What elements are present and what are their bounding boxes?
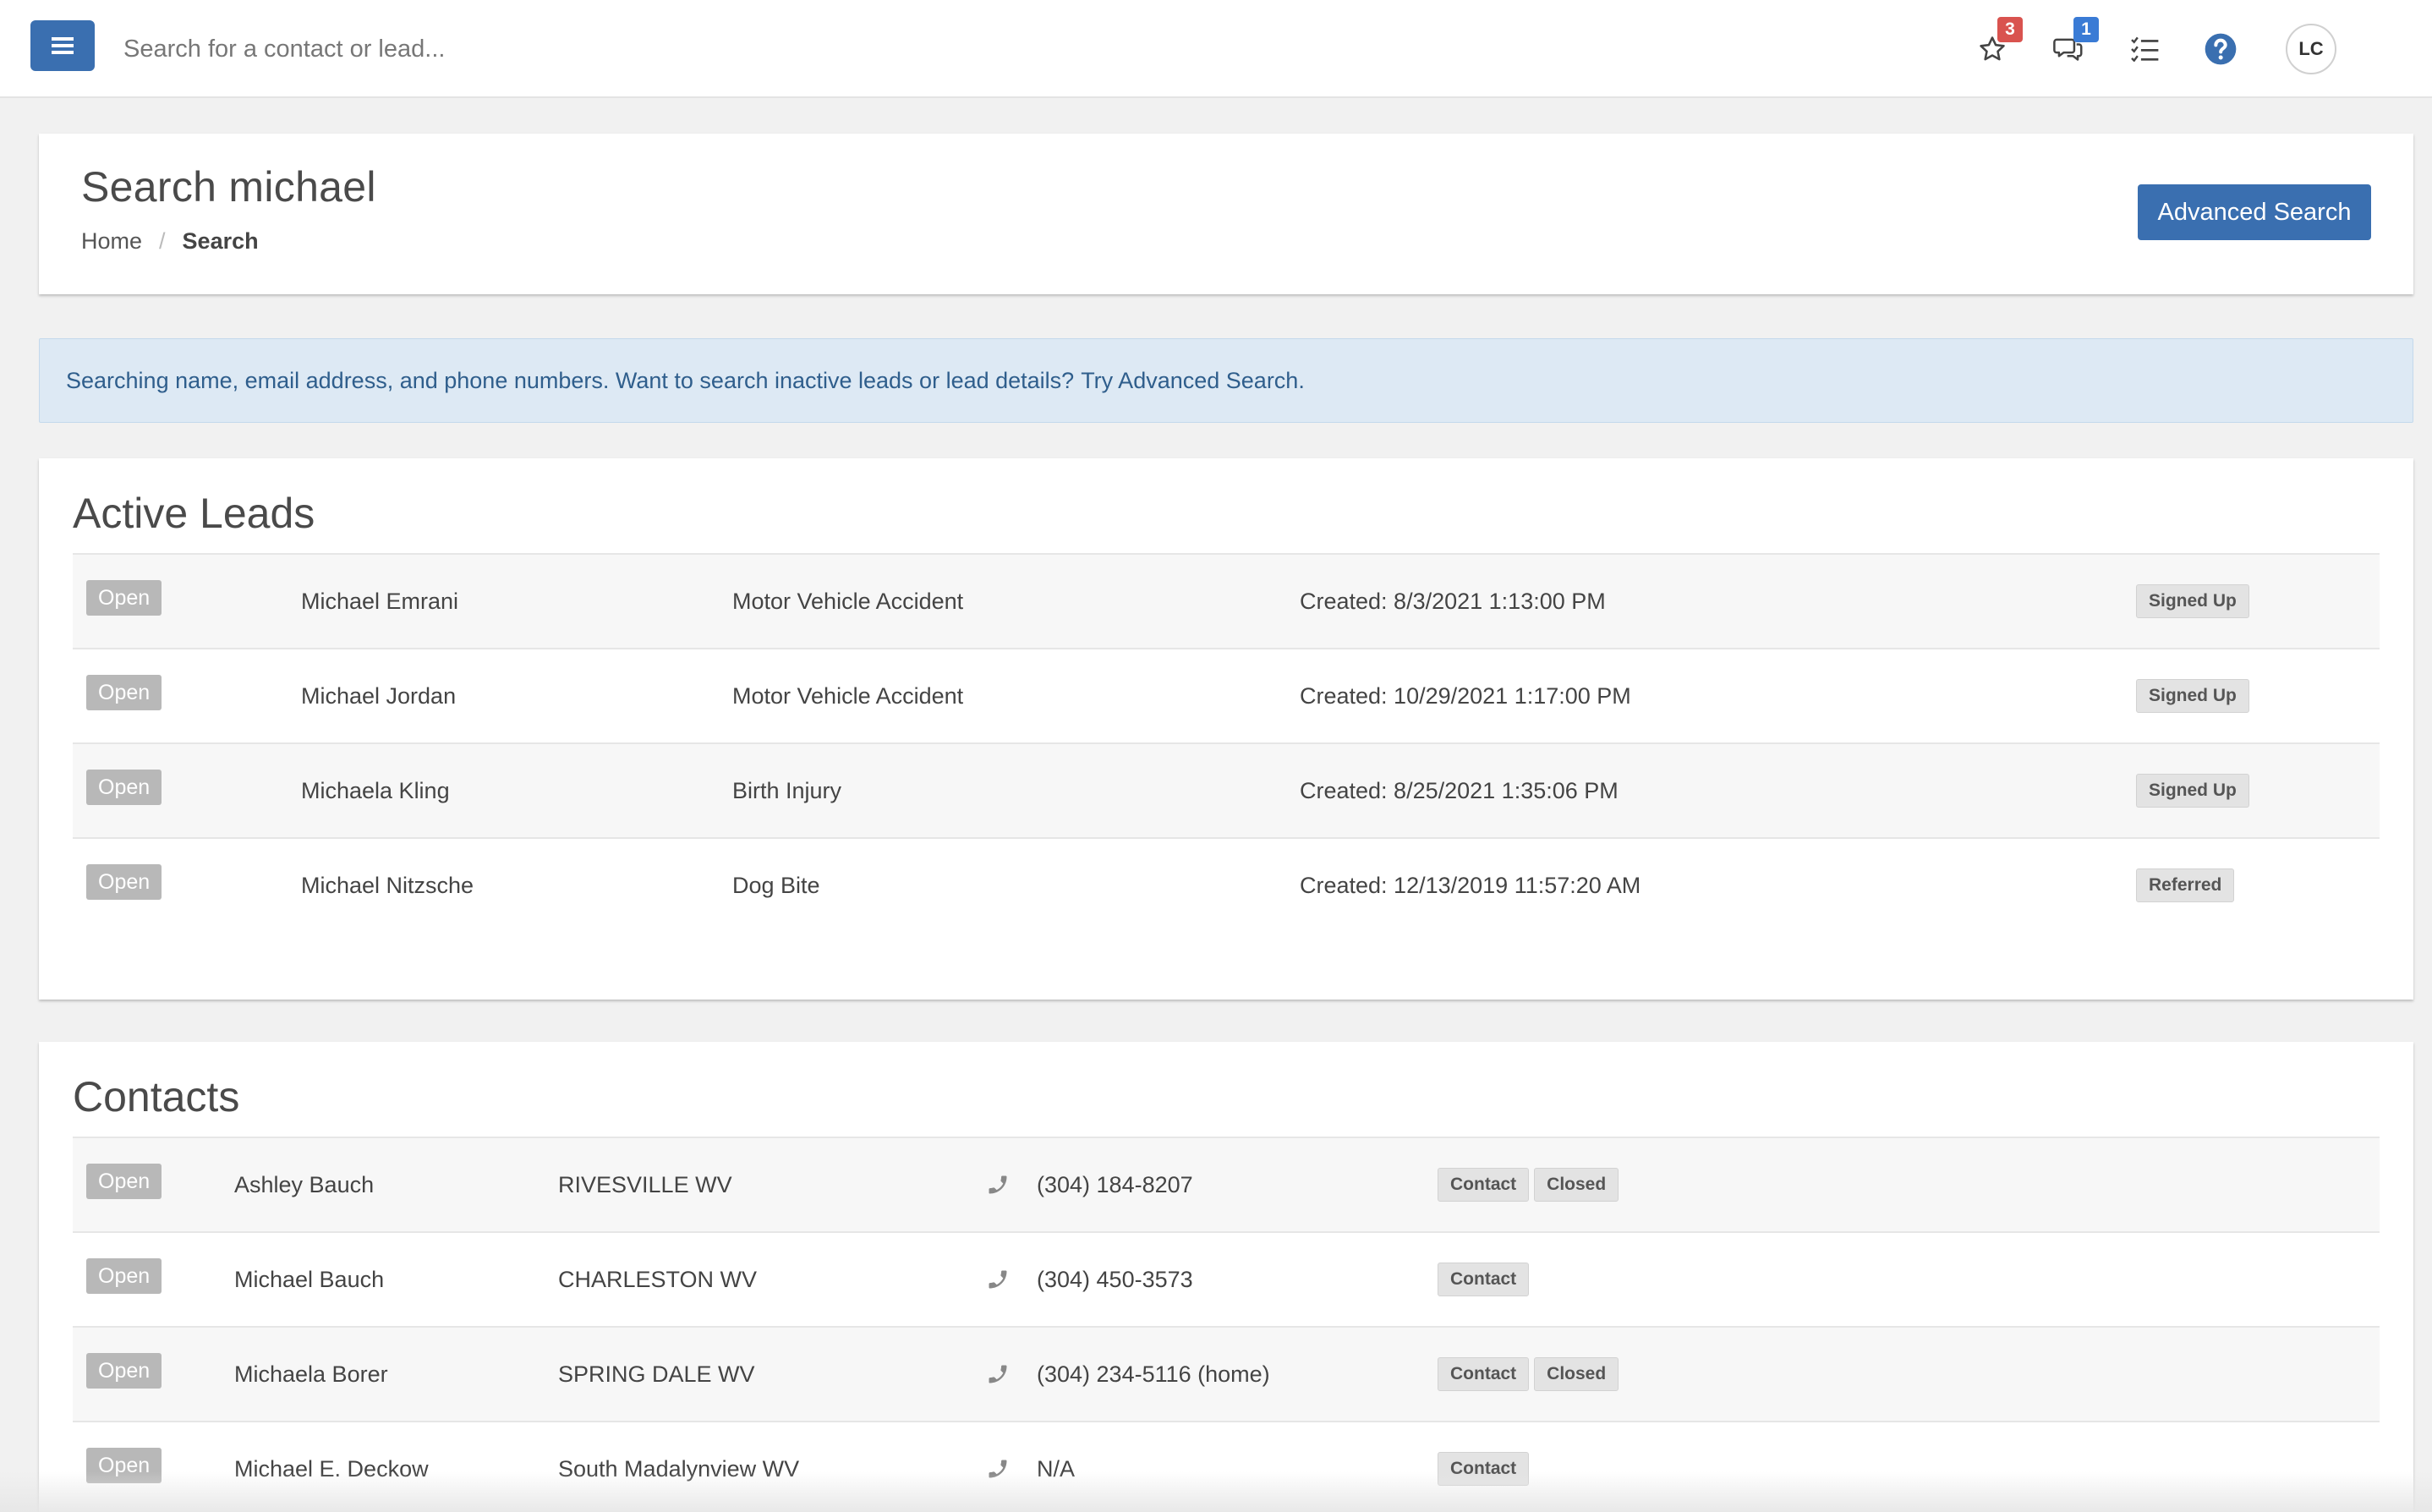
- contact-location: RIVESVILLE WV: [558, 1171, 732, 1197]
- contact-status-tag: Closed: [1534, 1168, 1619, 1202]
- contacts-title: Contacts: [73, 1073, 240, 1120]
- lead-row: Open Michaela Kling Birth Injury Created…: [73, 744, 2380, 839]
- contact-phone: (304) 184-8207: [1037, 1171, 1193, 1197]
- user-avatar[interactable]: LC: [2286, 24, 2336, 74]
- phone-icon: [986, 1233, 1010, 1326]
- lead-case-type: Birth Injury: [732, 777, 842, 803]
- help-circle-icon: [2205, 33, 2237, 65]
- open-contact-button[interactable]: Open: [86, 1353, 162, 1389]
- lead-name: Michael Jordan: [301, 682, 457, 709]
- open-lead-button[interactable]: Open: [86, 675, 162, 710]
- contact-row: Open Michaela Borer SPRING DALE WV (304)…: [73, 1328, 2380, 1422]
- open-lead-button[interactable]: Open: [86, 580, 162, 616]
- active-leads-card: Active Leads Open Michael Emrani Motor V…: [39, 458, 2413, 1000]
- contact-location: SPRING DALE WV: [558, 1361, 755, 1387]
- lead-status-badge: Signed Up: [2136, 774, 2249, 808]
- lead-created: Created: 8/3/2021 1:13:00 PM: [1300, 588, 1606, 614]
- contact-name: Michael Bauch: [234, 1266, 385, 1292]
- lead-row: Open Michael Emrani Motor Vehicle Accide…: [73, 555, 2380, 649]
- lead-name: Michael Nitzsche: [301, 872, 474, 898]
- lead-name: Michaela Kling: [301, 777, 450, 803]
- lead-status-badge: Signed Up: [2136, 584, 2249, 618]
- checklist-icon: [2131, 36, 2159, 62]
- lead-case-type: Motor Vehicle Accident: [732, 588, 964, 614]
- contact-type-tag: Contact: [1438, 1357, 1530, 1391]
- contact-phone: (304) 450-3573: [1037, 1266, 1193, 1292]
- lead-row: Open Michael Nitzsche Dog Bite Created: …: [73, 839, 2380, 934]
- contact-type-tag: Contact: [1438, 1168, 1530, 1202]
- messages-count-badge: 1: [2073, 17, 2099, 42]
- open-lead-button[interactable]: Open: [86, 864, 162, 900]
- favorites-count-badge: 3: [1997, 17, 2023, 42]
- contact-row: Open Ashley Bauch RIVESVILLE WV (304) 18…: [73, 1138, 2380, 1233]
- contacts-table: Open Ashley Bauch RIVESVILLE WV (304) 18…: [73, 1137, 2380, 1512]
- breadcrumb-current: Search: [182, 228, 259, 254]
- breadcrumb: Home / Search: [81, 228, 259, 255]
- open-contact-button[interactable]: Open: [86, 1164, 162, 1199]
- favorites-button[interactable]: 3: [1969, 17, 2023, 73]
- open-contact-button[interactable]: Open: [86, 1258, 162, 1294]
- contact-status-tag: Closed: [1534, 1357, 1619, 1391]
- bottom-scroll-fade: [0, 1471, 2432, 1512]
- page-title: Search michael: [81, 163, 376, 211]
- top-navbar: 3 1 LC: [0, 0, 2432, 98]
- contact-type-tag: Contact: [1438, 1263, 1530, 1296]
- contacts-card: Contacts Open Ashley Bauch RIVESVILLE WV…: [39, 1042, 2413, 1512]
- breadcrumb-home-link[interactable]: Home: [81, 228, 142, 255]
- hamburger-menu-button[interactable]: [30, 20, 95, 71]
- lead-status-badge: Referred: [2136, 868, 2235, 902]
- messages-button[interactable]: 1: [2045, 17, 2099, 73]
- contact-name: Michaela Borer: [234, 1361, 388, 1387]
- try-advanced-search-link[interactable]: Try Advanced Search.: [1081, 368, 1305, 394]
- contact-name: Ashley Bauch: [234, 1171, 375, 1197]
- active-leads-table: Open Michael Emrani Motor Vehicle Accide…: [73, 553, 2380, 934]
- lead-created: Created: 10/29/2021 1:17:00 PM: [1300, 682, 1631, 709]
- lead-row: Open Michael Jordan Motor Vehicle Accide…: [73, 649, 2380, 744]
- contact-row: Open Michael Bauch CHARLESTON WV (304) 4…: [73, 1233, 2380, 1328]
- phone-icon: [986, 1138, 1010, 1231]
- active-leads-title: Active Leads: [73, 490, 315, 537]
- phone-icon: [986, 1328, 1010, 1421]
- hamburger-icon: [52, 37, 74, 54]
- contact-location: CHARLESTON WV: [558, 1266, 758, 1292]
- help-button[interactable]: [2197, 25, 2244, 73]
- lead-created: Created: 8/25/2021 1:35:06 PM: [1300, 777, 1619, 803]
- advanced-search-button[interactable]: Advanced Search: [2138, 184, 2371, 240]
- lead-case-type: Dog Bite: [732, 872, 820, 898]
- alert-text: Searching name, email address, and phone…: [66, 367, 1075, 393]
- global-search-input[interactable]: [123, 25, 1223, 73]
- contact-phone: (304) 234-5116 (home): [1037, 1361, 1270, 1387]
- lead-case-type: Motor Vehicle Accident: [732, 682, 964, 709]
- page-header-card: Search michael Home / Search Advanced Se…: [39, 134, 2413, 294]
- open-lead-button[interactable]: Open: [86, 770, 162, 805]
- breadcrumb-separator: /: [159, 228, 166, 254]
- lead-status-badge: Signed Up: [2136, 679, 2249, 713]
- lead-name: Michael Emrani: [301, 588, 459, 614]
- lead-created: Created: 12/13/2019 11:57:20 AM: [1300, 872, 1641, 898]
- search-info-alert: Searching name, email address, and phone…: [39, 338, 2413, 423]
- tasks-button[interactable]: [2121, 25, 2168, 73]
